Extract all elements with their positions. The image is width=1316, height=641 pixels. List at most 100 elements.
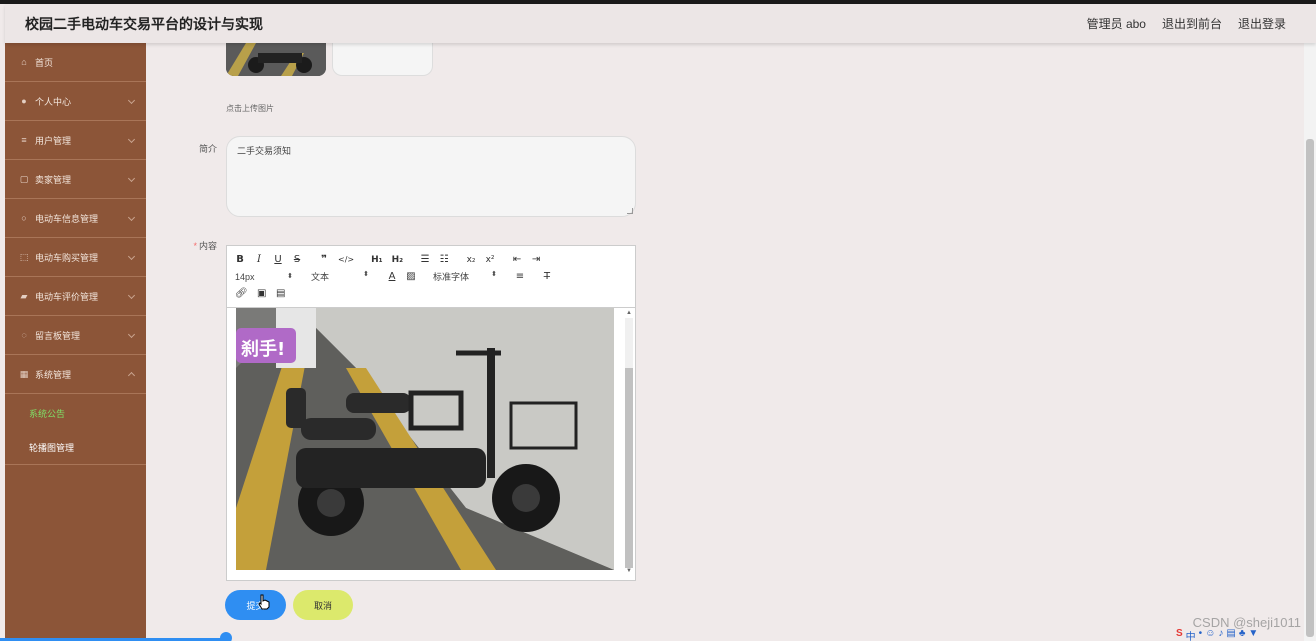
heading1-icon[interactable]: H₁ xyxy=(371,255,382,265)
indent-icon[interactable]: ⇥ xyxy=(531,254,541,265)
sidebar-item-profile[interactable]: ● 个人中心 xyxy=(5,82,146,121)
block-format-value: 文本 xyxy=(311,272,330,282)
background-color-icon[interactable]: ▨ xyxy=(406,271,416,282)
upload-hint: 点击上传图片 xyxy=(226,104,274,113)
grid-icon: ▦ xyxy=(19,368,29,379)
code-icon[interactable]: </> xyxy=(338,255,354,264)
person-icon: ● xyxy=(21,96,27,106)
frame-icon: ⬚ xyxy=(19,251,29,262)
sidebar-item-label: 电动车评价管理 xyxy=(35,291,99,302)
intro-value: 二手交易须知 xyxy=(237,146,292,156)
rich-text-editor[interactable]: B I U S ❞ </> H₁ H₂ ☰ ☷ x₂ x² ⇤ ⇥ 14px ⬍ … xyxy=(226,245,636,581)
blockquote-icon[interactable]: ❞ xyxy=(319,254,329,265)
text-color-icon[interactable]: A xyxy=(387,271,397,282)
editor-scrollbar[interactable]: ▲ ▼ xyxy=(625,310,633,576)
sidebar-item-ebike-reviews[interactable]: ▰ 电动车评价管理 xyxy=(5,277,146,316)
tray-icon: 中 xyxy=(1185,632,1196,641)
sidebar: ⌂ 首页 ● 个人中心 ≡ 用户管理 ▢ 卖家管理 ○ 电动车信息管理 ⬚ 电动… xyxy=(5,43,146,641)
intro-textarea[interactable]: 二手交易须知 xyxy=(226,136,636,217)
tray-icon: • xyxy=(1198,628,1203,639)
home-icon: ⌂ xyxy=(21,57,27,67)
sidebar-item-label: 留言板管理 xyxy=(35,330,81,341)
upload-image-button[interactable] xyxy=(332,43,433,76)
resize-handle[interactable] xyxy=(627,208,633,214)
chevron-down-icon xyxy=(127,174,136,183)
bullet-list-icon[interactable]: ☷ xyxy=(439,254,449,265)
link-icon[interactable]: 🔗︎ xyxy=(235,288,248,299)
power-icon: ○ xyxy=(21,213,27,223)
keyboard-icon: ▤ xyxy=(1226,628,1236,639)
strikethrough-icon[interactable]: S xyxy=(292,254,302,265)
chevron-up-icon xyxy=(127,371,136,380)
scroll-up-icon[interactable]: ▲ xyxy=(625,310,633,316)
sticker-text: 刹手! xyxy=(241,338,285,360)
select-arrow-icon: ⬍ xyxy=(491,271,497,278)
sidebar-item-system[interactable]: ▦ 系统管理 xyxy=(5,355,146,394)
list-icon: ≡ xyxy=(21,135,27,145)
header-links: 管理员 abo 退出到前台 退出登录 xyxy=(1087,15,1286,32)
sidebar-item-ebike-purchase[interactable]: ⬚ 电动车购买管理 xyxy=(5,238,146,277)
logout-link[interactable]: 退出登录 xyxy=(1238,15,1286,32)
sidebar-item-ebike-info[interactable]: ○ 电动车信息管理 xyxy=(5,199,146,238)
bold-icon[interactable]: B xyxy=(235,254,245,265)
sidebar-item-messages[interactable]: ◌ 留言板管理 xyxy=(5,316,146,355)
chevron-down-icon xyxy=(127,291,136,300)
tray-icon: ▼ xyxy=(1248,628,1259,639)
chevron-down-icon xyxy=(127,330,136,339)
editor-content[interactable]: 刹手! ▲ ▼ xyxy=(227,308,635,580)
thumb-icon: ▰ xyxy=(20,290,28,301)
block-format-select[interactable]: 文本 ⬍ xyxy=(311,270,369,283)
ebike-photo: 刹手! xyxy=(236,308,614,570)
page-scrollbar[interactable] xyxy=(1304,43,1316,641)
sidebar-item-label: 系统管理 xyxy=(35,369,72,380)
clear-format-icon[interactable]: T̶ xyxy=(542,271,552,282)
sidebar-item-label: 个人中心 xyxy=(35,96,72,107)
sidebar-item-label: 首页 xyxy=(35,57,54,68)
font-size-select[interactable]: 14px ⬍ xyxy=(235,272,293,282)
select-arrow-icon: ⬍ xyxy=(287,272,293,280)
font-family-select[interactable]: 标准字体 ⬍ xyxy=(433,270,497,283)
ordered-list-icon[interactable]: ☰ xyxy=(420,254,430,265)
toolbar-row: 14px ⬍ 文本 ⬍ A ▨ 标准字体 ⬍ ≡ T̶ xyxy=(235,268,627,285)
sidebar-item-users[interactable]: ≡ 用户管理 xyxy=(5,121,146,160)
align-icon[interactable]: ≡ xyxy=(515,271,525,282)
chevron-down-icon xyxy=(127,135,136,144)
tray-icon: ♣ xyxy=(1238,628,1246,639)
image-icon[interactable]: ▣ xyxy=(257,288,267,299)
sidebar-item-label: 用户管理 xyxy=(35,135,72,146)
submit-button[interactable]: 提交 xyxy=(225,590,286,620)
chevron-down-icon xyxy=(127,96,136,105)
sogou-icon: S xyxy=(1176,628,1183,639)
back-to-front-link[interactable]: 退出到前台 xyxy=(1162,15,1222,32)
content-label: * 内容 xyxy=(157,239,217,252)
outdent-icon[interactable]: ⇤ xyxy=(512,254,522,265)
heading2-icon[interactable]: H₂ xyxy=(392,255,403,265)
video-progress-handle[interactable] xyxy=(220,632,232,641)
tray-icon: ☺ xyxy=(1205,628,1216,639)
sidebar-subitem-announcements[interactable]: 系统公告 xyxy=(5,396,146,430)
toolbar-row: B I U S ❞ </> H₁ H₂ ☰ ☷ x₂ x² ⇤ ⇥ xyxy=(235,251,627,268)
subscript-icon[interactable]: x₂ xyxy=(466,255,476,265)
underline-icon[interactable]: U xyxy=(273,254,283,265)
italic-icon[interactable]: I xyxy=(254,254,264,265)
cancel-button[interactable]: 取消 xyxy=(293,590,353,620)
intro-label: 简介 xyxy=(198,144,217,154)
video-icon[interactable]: ▤ xyxy=(276,288,286,299)
chevron-down-icon xyxy=(127,252,136,261)
content-label-text: 内容 xyxy=(198,241,217,251)
chevron-down-icon xyxy=(127,213,136,222)
sidebar-item-home[interactable]: ⌂ 首页 xyxy=(5,43,146,82)
superscript-icon[interactable]: x² xyxy=(485,255,495,265)
top-header: 校园二手电动车交易平台的设计与实现 管理员 abo 退出到前台 退出登录 xyxy=(5,4,1316,43)
microphone-icon: ♪ xyxy=(1218,628,1224,639)
sidebar-item-sellers[interactable]: ▢ 卖家管理 xyxy=(5,160,146,199)
select-arrow-icon: ⬍ xyxy=(363,271,369,278)
uploaded-image-thumbnail[interactable] xyxy=(226,43,326,76)
sidebar-item-label: 电动车购买管理 xyxy=(35,252,99,263)
scroll-down-icon[interactable]: ▼ xyxy=(625,568,633,574)
font-size-value: 14px xyxy=(235,271,255,282)
page-scrollbar-thumb[interactable] xyxy=(1306,139,1314,637)
system-submenu: 系统公告 轮播图管理 xyxy=(5,394,146,465)
sidebar-subitem-carousel[interactable]: 轮播图管理 xyxy=(5,430,146,464)
font-family-value: 标准字体 xyxy=(433,272,470,282)
